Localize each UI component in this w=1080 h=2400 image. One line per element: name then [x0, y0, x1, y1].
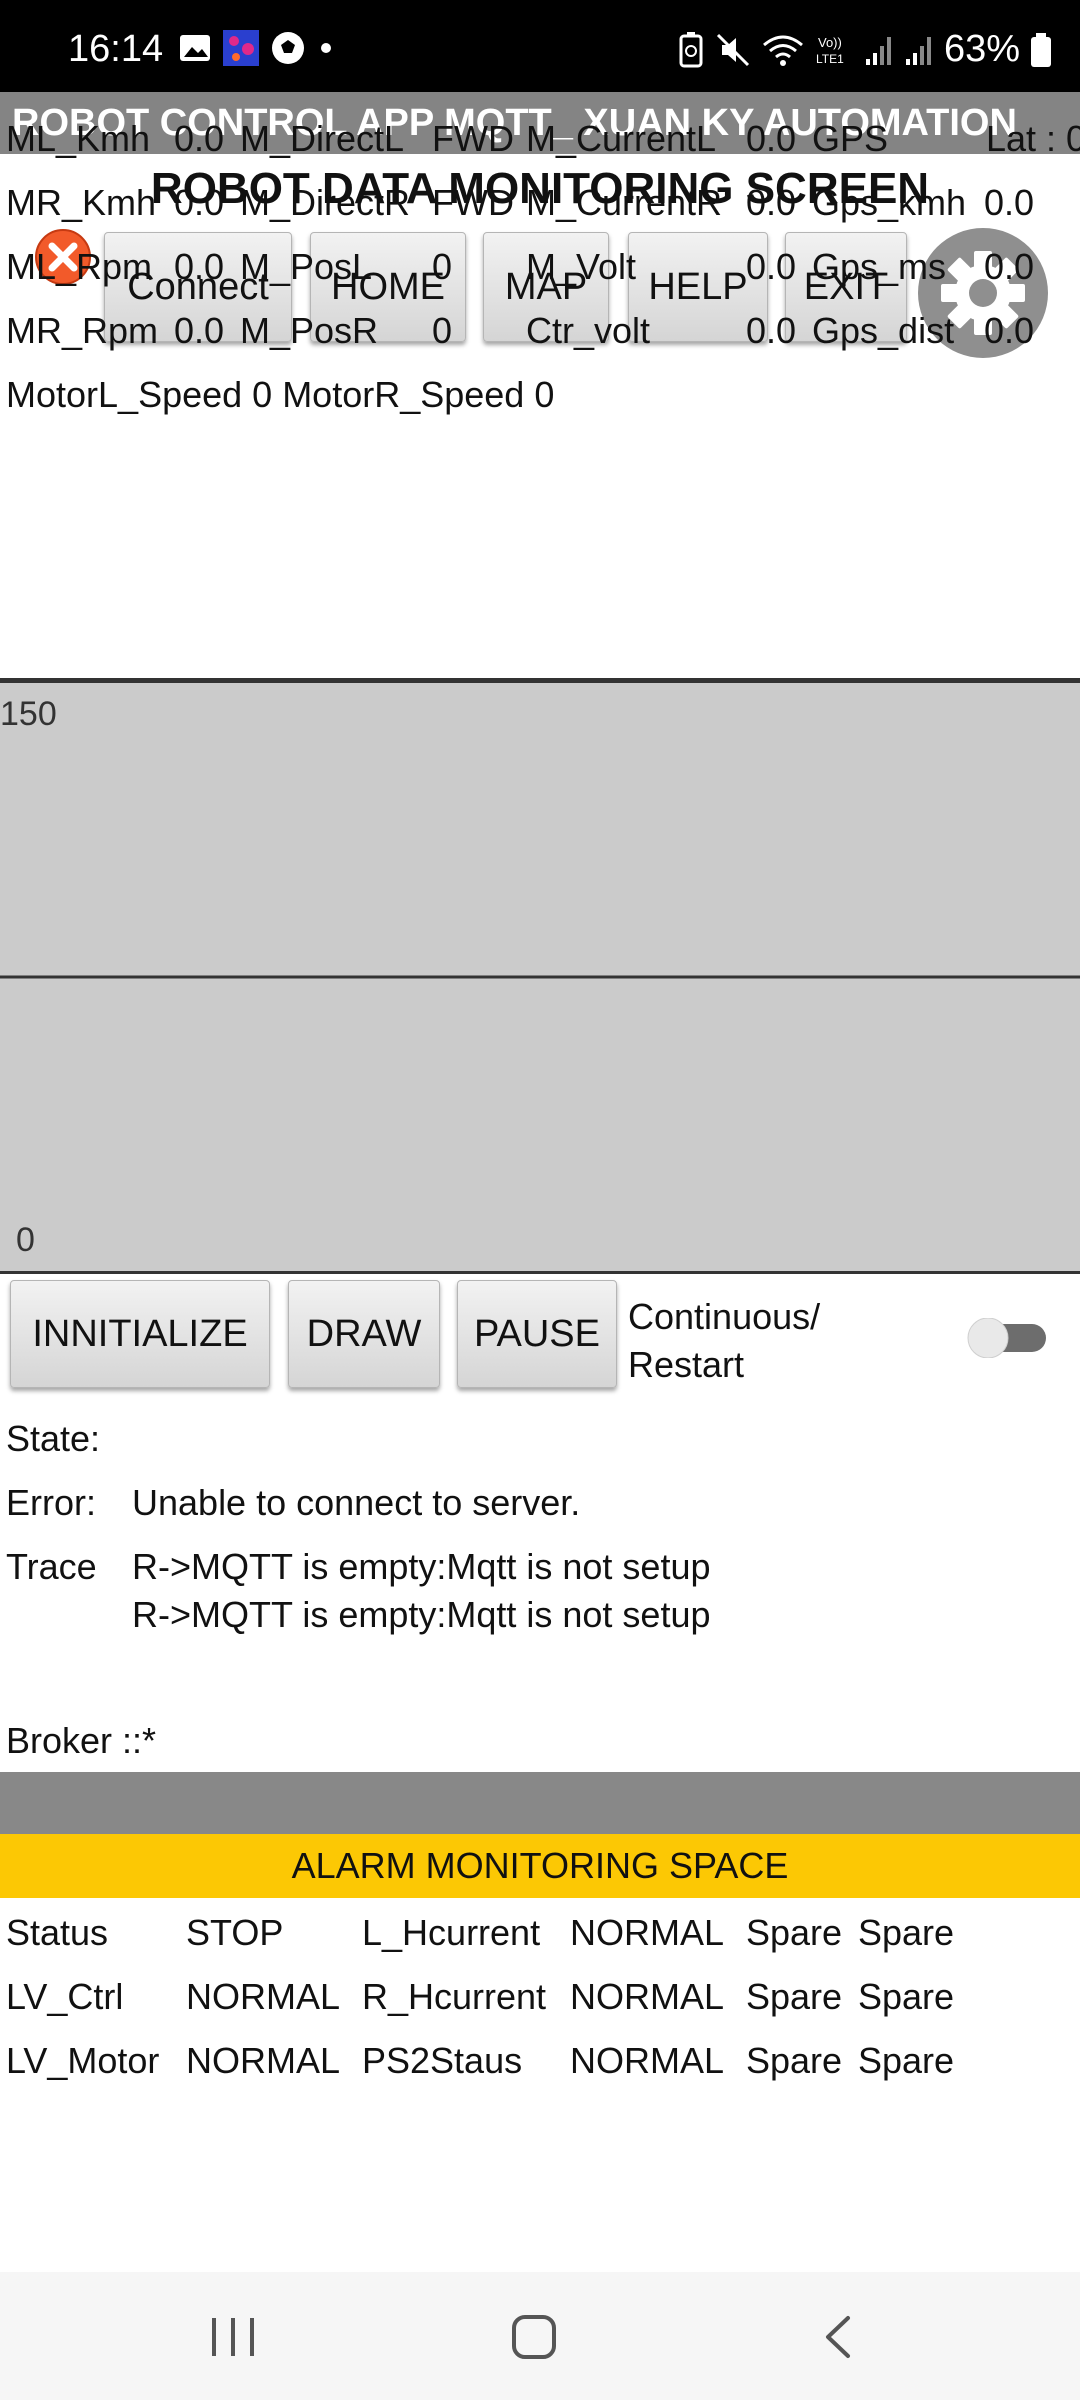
alarm-cell: Spare: [746, 1912, 843, 1953]
back-icon[interactable]: [818, 2314, 858, 2360]
metric-label4: Gps_dist: [812, 310, 955, 351]
volte-icon: Vo)) LTE1: [816, 35, 844, 66]
trace-line-2: R->MQTT is empty:Mqtt is not setup: [132, 1594, 711, 1635]
continuous-label-line1: Continuous/: [628, 1296, 821, 1337]
metric-value4: 0.0: [984, 310, 1035, 351]
recent-apps-icon[interactable]: [206, 2314, 260, 2360]
chart-svg: 1500: [0, 695, 1080, 1259]
metric-value4: 0.0: [984, 246, 1035, 287]
system-status: Vo)) LTE1 63%: [678, 28, 1052, 71]
metric-value1: 0.0: [174, 310, 225, 351]
image-icon: [180, 35, 210, 61]
metric-value2: 0: [432, 310, 453, 351]
metric-label4: Gps_kmh: [812, 182, 967, 223]
alarm-cell: NORMAL: [570, 1912, 725, 1953]
battery-saver-icon: [679, 31, 703, 67]
wifi-icon: [762, 35, 803, 66]
error-value: Unable to connect to server.: [132, 1482, 581, 1523]
state-label: State:: [6, 1418, 101, 1459]
status-time: 16:14: [68, 28, 164, 70]
metric-label1: MR_Rpm: [6, 310, 159, 351]
alarm-cell: LV_Ctrl: [6, 1976, 124, 2017]
metric-label1: ML_Rpm: [6, 246, 153, 287]
metric-label2: M_DirectR: [240, 182, 411, 223]
metric-label4: Gps_ms: [812, 246, 947, 287]
mute-icon: [716, 33, 749, 66]
metric-label2: M_DirectL: [240, 118, 405, 159]
metric-value1: 0.0: [174, 246, 225, 287]
alarm-cell: Status: [6, 1912, 109, 1953]
metric-label2: M_PosR: [240, 310, 379, 351]
alarm-cell: STOP: [186, 1912, 284, 1953]
metric-value2: FWD: [432, 118, 514, 159]
trace-label: Trace: [6, 1546, 97, 1587]
metric-label1: MR_Kmh: [6, 182, 157, 223]
alarm-cell: Spare: [746, 1976, 843, 2017]
battery-icon: [1031, 32, 1051, 67]
chart-area: 150 0: [0, 680, 1080, 1274]
metric-value3: 0.0: [746, 310, 797, 351]
metric-label2: M_PosL: [240, 246, 373, 287]
metric-value3: 0.0: [746, 246, 797, 287]
y-min-label: 0: [16, 1221, 35, 1259]
svg-text:Vo)): Vo)): [818, 35, 842, 50]
dot-icon: [321, 43, 331, 53]
alarm-cell: Spare: [746, 2040, 843, 2081]
alarm-cell: PS2Staus: [362, 2040, 523, 2081]
metric-label4: GPS: [812, 118, 889, 159]
error-label: Error:: [6, 1482, 96, 1523]
alarm-cell: NORMAL: [570, 2040, 725, 2081]
separator-band: [0, 1772, 1080, 1834]
metric-value1: 0.0: [174, 118, 225, 159]
metric-value2: FWD: [432, 182, 514, 223]
metric-value3: 0.0: [746, 118, 797, 159]
alarm-cell: L_Hcurrent: [362, 1912, 541, 1953]
alarm-cell: LV_Motor: [6, 2040, 160, 2081]
alarm-cell: Spare: [858, 1976, 955, 2017]
continuous-toggle[interactable]: [966, 1318, 1052, 1358]
status-bar: 16:14 Vo)) LTE1 63%: [0, 0, 1080, 92]
alarm-cell: R_Hcurrent: [362, 1976, 547, 2017]
continuous-label-line2: Restart: [628, 1344, 745, 1385]
initialize-button[interactable]: INNITIALIZE: [10, 1280, 270, 1388]
metric-extra: Lat : 0: [986, 118, 1080, 159]
y-max-label: 150: [0, 695, 57, 733]
battery-percent: 63%: [943, 28, 1020, 70]
motor-speed-line: MotorL_Speed 0 MotorR_Speed 0: [6, 374, 555, 415]
alarm-cell: NORMAL: [186, 1976, 341, 2017]
alarm-cell: Spare: [858, 1912, 955, 1953]
metric-label3: M_Volt: [526, 246, 637, 287]
home-nav-icon[interactable]: [508, 2314, 560, 2360]
signal-icon: [905, 36, 931, 65]
metric-value2: 0: [432, 246, 453, 287]
metric-value3: 0.0: [746, 182, 797, 223]
draw-button[interactable]: DRAW: [288, 1280, 440, 1388]
navigation-bar: [0, 2272, 1080, 2400]
alarm-header: ALARM MONITORING SPACE: [0, 1834, 1080, 1898]
alarm-cell: NORMAL: [186, 2040, 341, 2081]
notification-icons: [178, 30, 336, 66]
svg-text:LTE1: LTE1: [816, 52, 844, 66]
alarm-cell: Spare: [858, 2040, 955, 2081]
metric-value4: 0.0: [984, 182, 1035, 223]
metric-label3: Ctr_volt: [526, 310, 651, 351]
alarm-cell: NORMAL: [570, 1976, 725, 2017]
metric-value1: 0.0: [174, 182, 225, 223]
signal-icon: [865, 36, 891, 65]
metric-label3: M_CurrentR: [526, 182, 723, 223]
trace-line-1: R->MQTT is empty:Mqtt is not setup: [132, 1546, 711, 1587]
broker-info: Broker ::*: [6, 1720, 157, 1761]
metric-label1: ML_Kmh: [6, 118, 151, 159]
metric-label3: M_CurrentL: [526, 118, 717, 159]
pause-button[interactable]: PAUSE: [457, 1280, 617, 1388]
soccer-icon: [272, 32, 304, 64]
app-icon: [223, 30, 259, 66]
